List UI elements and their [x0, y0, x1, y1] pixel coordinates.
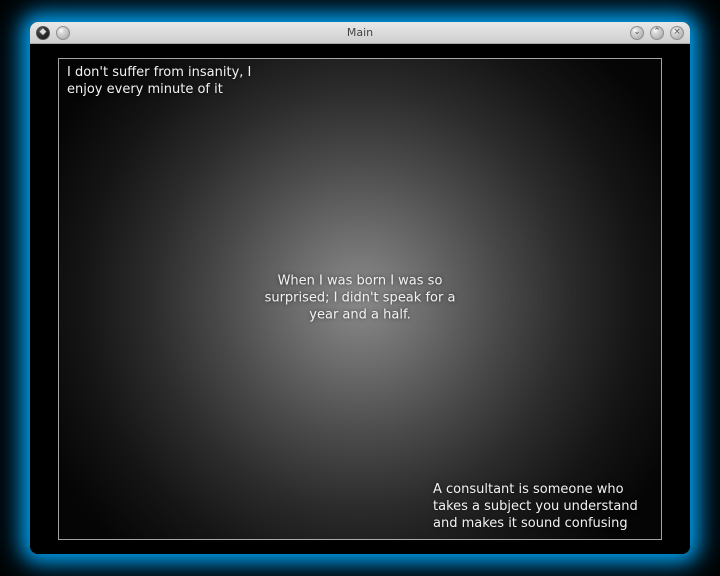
quote-top-left: I don't suffer from insanity, I enjoy ev… — [67, 65, 267, 99]
window-content: I don't suffer from insanity, I enjoy ev… — [30, 44, 690, 554]
titlebar-right-group: ⌄ ⌃ × — [630, 22, 684, 43]
system-menu-icon[interactable]: ◆ — [36, 26, 50, 40]
window-title: Main — [30, 26, 690, 39]
maximize-button[interactable]: ⌃ — [650, 26, 664, 40]
app-window: ◆ Main ⌄ ⌃ × I don't suffer from insanit… — [30, 22, 690, 554]
close-button[interactable]: × — [670, 26, 684, 40]
window-shadow-glow: ◆ Main ⌄ ⌃ × I don't suffer from insanit… — [0, 0, 720, 576]
minimize-button[interactable]: ⌄ — [630, 26, 644, 40]
quote-bottom-right: A consultant is someone who takes a subj… — [433, 482, 653, 533]
rollup-button[interactable] — [56, 26, 70, 40]
quote-center: When I was born I was so surprised; I di… — [255, 274, 465, 325]
titlebar-left-group: ◆ — [30, 26, 70, 40]
titlebar[interactable]: ◆ Main ⌄ ⌃ × — [30, 22, 690, 44]
gradient-frame: I don't suffer from insanity, I enjoy ev… — [58, 58, 662, 540]
